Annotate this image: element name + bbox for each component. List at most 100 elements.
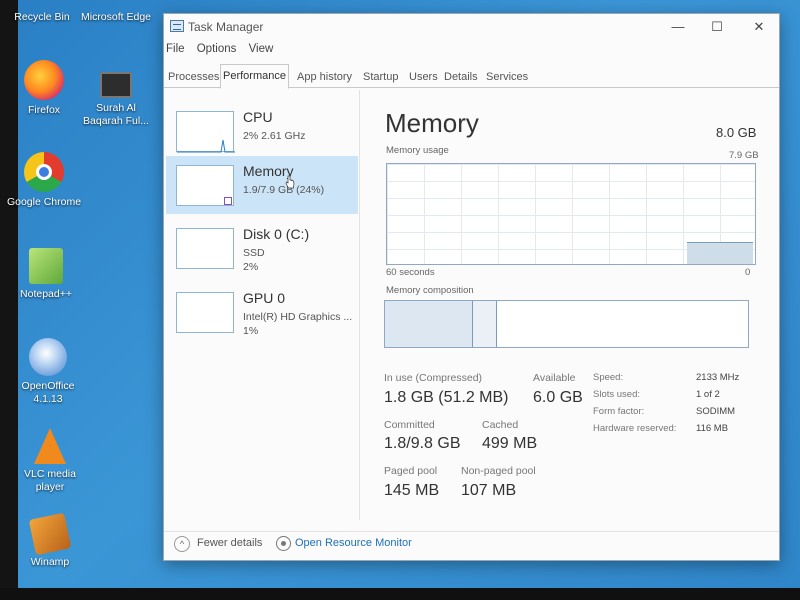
tab-services[interactable]: Services (484, 67, 530, 88)
resource-name: GPU 0 (243, 290, 286, 306)
tab-strip: Processes Performance App history Startu… (164, 64, 779, 89)
stat-value-nonpaged-pool: 107 MB (461, 482, 517, 499)
spec-value-form-factor: SODIMM (696, 406, 736, 417)
open-resource-monitor-link[interactable]: Open Resource Monitor (295, 537, 412, 549)
spec-value-slots: 1 of 2 (696, 389, 720, 400)
desktop-icon-recycle-bin[interactable]: Recycle Bin (2, 11, 82, 24)
resource-list: CPU 2% 2.61 GHz Memory 1.9/7.9 GB (24%) … (164, 90, 360, 520)
video-file-icon (100, 72, 132, 98)
time-end-label: 0 (745, 267, 751, 278)
stat-label-available: Available (533, 372, 576, 384)
desktop-icon-openoffice[interactable]: OpenOffice 4.1.13 (8, 338, 88, 406)
usage-label: Memory usage (386, 145, 449, 156)
resource-detail: SSD (243, 247, 265, 259)
menu-bar: File Options View (166, 43, 282, 61)
stat-label-committed: Committed (384, 419, 435, 431)
minimize-button[interactable]: — (660, 16, 696, 38)
hand-pointer-icon (285, 175, 295, 189)
desktop-icon-label: Google Chrome (6, 196, 82, 208)
menu-view[interactable]: View (249, 43, 274, 55)
chrome-icon (24, 152, 64, 192)
task-manager-window: Task Manager — ☐ ✕ File Options View Pro… (163, 13, 780, 561)
resource-detail: 2% 2.61 GHz (243, 130, 306, 142)
disk-mini-graph (176, 228, 234, 269)
composition-in-use-segment (385, 301, 473, 347)
tab-processes[interactable]: Processes (166, 67, 221, 88)
stat-label-paged-pool: Paged pool (384, 465, 438, 477)
resource-detail: Intel(R) HD Graphics ... (243, 311, 353, 323)
memory-mini-fill (224, 197, 232, 205)
menu-options[interactable]: Options (197, 43, 237, 55)
desktop-icon-label: Winamp (30, 556, 70, 568)
desktop-icon-notepadpp[interactable]: Notepad++ (6, 248, 86, 301)
total-memory: 8.0 GB (716, 125, 757, 140)
desktop-icon-firefox[interactable]: Firefox (4, 60, 84, 117)
stat-value-cached: 499 MB (482, 435, 538, 452)
resource-usage: 1% (243, 325, 259, 337)
desktop-icon-surah-video[interactable]: Surah Al Baqarah Ful... (76, 72, 156, 128)
gpu-mini-graph (176, 292, 234, 333)
stat-label-nonpaged-pool: Non-paged pool (461, 465, 536, 477)
openoffice-icon (29, 338, 67, 376)
spec-label-form-factor: Form factor: (593, 406, 645, 417)
spec-label-hw-reserved: Hardware reserved: (593, 423, 677, 434)
desktop-icon-label: OpenOffice 4.1.13 (21, 380, 75, 405)
spec-value-hw-reserved: 116 MB (696, 423, 729, 434)
vlc-cone-icon (34, 428, 66, 464)
winamp-icon (28, 512, 72, 556)
desktop-icon-chrome[interactable]: Google Chrome (4, 152, 84, 209)
cpu-spike-graphic (177, 139, 235, 153)
chrome-center-icon (36, 164, 52, 180)
screen-bezel-bottom (0, 588, 800, 600)
resource-detail: 1.9/7.9 GB (24%) (243, 184, 325, 196)
window-title: Task Manager (188, 20, 264, 34)
tab-details[interactable]: Details (442, 67, 480, 88)
stat-label-cached: Cached (482, 419, 519, 431)
tab-startup[interactable]: Startup (361, 67, 400, 88)
tab-performance[interactable]: Performance (220, 64, 289, 89)
close-button[interactable]: ✕ (741, 16, 777, 38)
desktop-icon-label: Recycle Bin (14, 11, 70, 23)
firefox-icon (24, 60, 64, 100)
tab-users[interactable]: Users (407, 67, 440, 88)
resource-item-memory[interactable]: Memory 1.9/7.9 GB (24%) (166, 156, 358, 214)
footer-bar: ^ Fewer details Open Resource Monitor (164, 531, 779, 561)
stat-value-in-use: 1.8 GB (51.2 MB) (384, 389, 509, 406)
spec-label-slots: Slots used: (593, 389, 640, 400)
cpu-mini-graph (176, 111, 235, 153)
desktop-icon-label: VLC media player (24, 468, 76, 493)
stat-value-available: 6.0 GB (533, 389, 583, 406)
usage-max: 7.9 GB (729, 150, 759, 161)
desktop-icon-vlc[interactable]: VLC media player (10, 428, 90, 494)
desktop-icon-edge[interactable]: Microsoft Edge (76, 11, 156, 24)
stat-value-paged-pool: 145 MB (384, 482, 440, 499)
menu-file[interactable]: File (166, 43, 185, 55)
fewer-details-link[interactable]: Fewer details (197, 537, 262, 549)
resource-item-disk[interactable]: Disk 0 (C:) SSD 2% (166, 219, 358, 277)
maximize-button[interactable]: ☐ (699, 16, 735, 38)
resource-name: Disk 0 (C:) (243, 226, 310, 242)
chevron-up-icon[interactable]: ^ (174, 536, 190, 552)
title-bar[interactable]: Task Manager — ☐ ✕ (164, 14, 779, 40)
desktop-icon-label: Firefox (27, 104, 61, 116)
desktop-icon-label: Notepad++ (20, 288, 72, 300)
desktop-icon-winamp[interactable]: Winamp (10, 512, 90, 569)
desktop-icon-label: Surah Al Baqarah Ful... (83, 102, 149, 127)
spec-value-speed: 2133 MHz (696, 372, 740, 383)
spec-label-speed: Speed: (593, 372, 624, 383)
composition-modified-segment (473, 301, 497, 347)
desktop-icon-label: Microsoft Edge (80, 11, 152, 23)
memory-usage-graph (386, 163, 756, 265)
resource-monitor-icon (276, 536, 291, 551)
tab-app-history[interactable]: App history (295, 67, 354, 88)
resource-item-gpu[interactable]: GPU 0 Intel(R) HD Graphics ... 1% (166, 283, 358, 341)
resource-item-cpu[interactable]: CPU 2% 2.61 GHz (166, 102, 358, 160)
notepadpp-icon (29, 248, 63, 284)
composition-label: Memory composition (386, 285, 474, 296)
detail-title: Memory (385, 108, 479, 138)
resource-usage: 2% (243, 261, 259, 273)
time-span-label: 60 seconds (386, 267, 435, 278)
stat-label-in-use: In use (Compressed) (384, 372, 483, 384)
memory-mini-graph (176, 165, 234, 206)
memory-composition-bar (384, 300, 749, 348)
